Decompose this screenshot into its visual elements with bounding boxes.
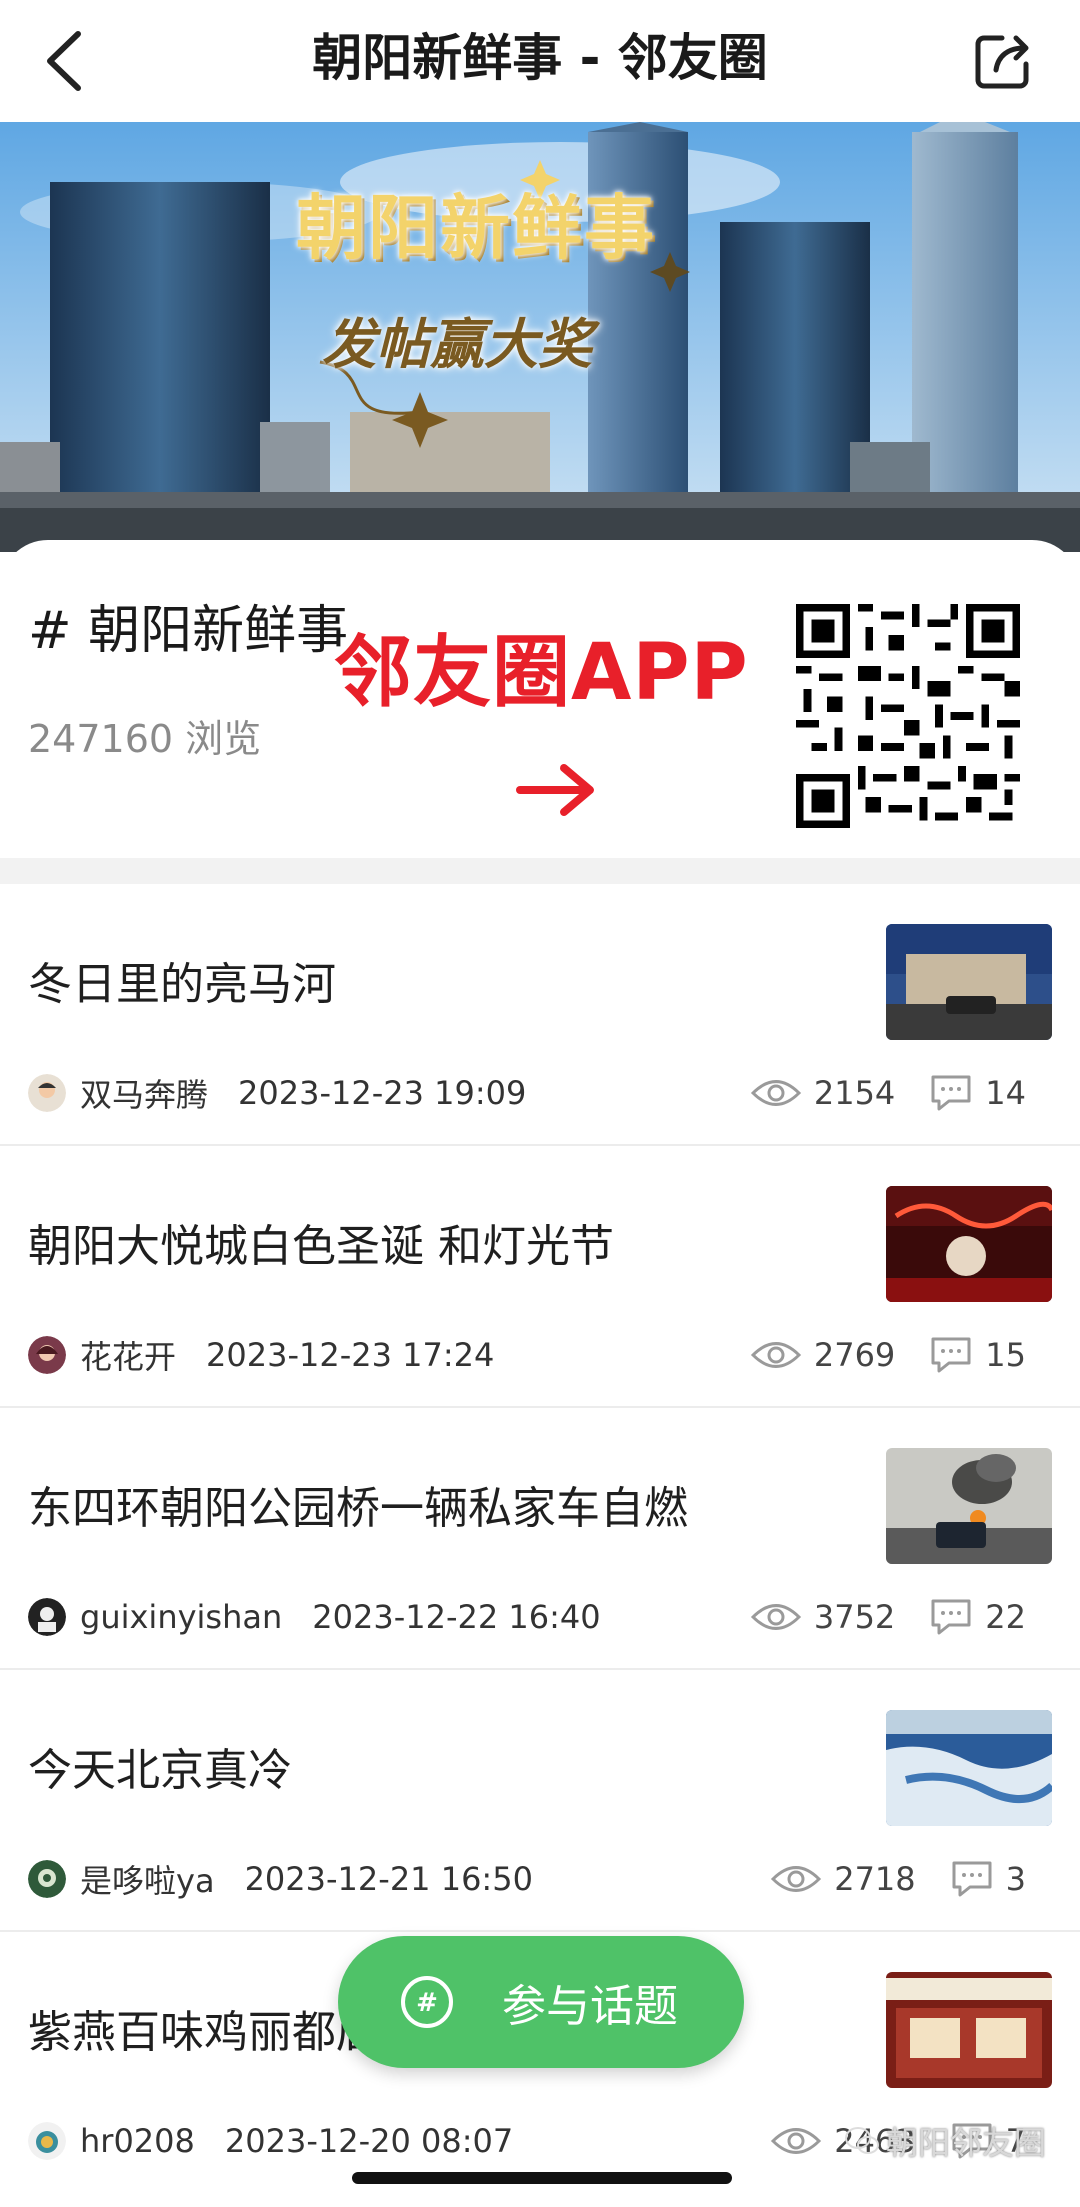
post-meta: guixinyishan 2023-12-22 16:40 xyxy=(28,1594,601,1640)
post-author[interactable]: 花花开 xyxy=(80,1332,176,1378)
comment-icon[interactable] xyxy=(950,1859,994,1899)
comment-count: 22 xyxy=(985,1598,1026,1636)
post-stats: 3752 22 xyxy=(750,1594,1026,1640)
join-topic-button[interactable]: # 参与话题 xyxy=(338,1936,744,2068)
arrow-right-icon xyxy=(516,764,594,816)
user-avatar[interactable] xyxy=(28,1336,66,1374)
post-time: 2023-12-22 16:40 xyxy=(312,1598,601,1636)
post-meta: 花花开 2023-12-23 17:24 xyxy=(28,1332,494,1378)
post-time: 2023-12-23 17:24 xyxy=(206,1336,495,1374)
comment-icon[interactable] xyxy=(929,1335,973,1375)
comment-count: 15 xyxy=(985,1336,1026,1374)
post-item[interactable]: 今天北京真冷 是哆啦ya 2023-12-21 16:50 2718 3 xyxy=(0,1670,1080,1932)
section-divider xyxy=(0,858,1080,884)
qr-code xyxy=(796,604,1020,828)
post-item[interactable]: 东四环朝阳公园桥一辆私家车自燃 guixinyishan 2023-12-22 … xyxy=(0,1408,1080,1670)
post-meta: hr0208 2023-12-20 08:07 xyxy=(28,2118,513,2164)
topic-view-count: 247160 浏览 xyxy=(28,717,262,761)
view-count: 2154 xyxy=(813,1074,896,1112)
post-item[interactable]: 冬日里的亮马河 双马奔腾 2023-12-23 19:09 2154 14 xyxy=(0,884,1080,1146)
post-title[interactable]: 朝阳大悦城白色圣诞 和灯光节 xyxy=(28,1210,614,1274)
post-meta: 是哆啦ya 2023-12-21 16:50 xyxy=(28,1856,533,1902)
watermark: 朝阳邻友圈 xyxy=(844,2118,1046,2164)
user-avatar[interactable] xyxy=(28,1598,66,1636)
comment-icon[interactable] xyxy=(929,1597,973,1637)
eye-icon xyxy=(750,1342,801,1368)
topic-info-card: # 朝阳新鲜事 247160 浏览 邻友圈APP xyxy=(0,540,1080,858)
post-stats: 2769 15 xyxy=(750,1332,1026,1378)
post-item[interactable]: 朝阳大悦城白色圣诞 和灯光节 花花开 2023-12-23 17:24 2769… xyxy=(0,1146,1080,1408)
post-author[interactable]: 是哆啦ya xyxy=(80,1856,215,1902)
watermark-text: 朝阳邻友圈 xyxy=(885,2124,1046,2162)
post-title[interactable]: 东四环朝阳公园桥一辆私家车自燃 xyxy=(28,1472,688,1536)
post-thumbnail[interactable] xyxy=(886,1448,1052,1564)
post-time: 2023-12-23 19:09 xyxy=(238,1074,527,1112)
post-time: 2023-12-21 16:50 xyxy=(244,1860,533,1898)
comment-count: 14 xyxy=(985,1074,1026,1112)
comment-icon[interactable] xyxy=(929,1073,973,1113)
post-meta: 双马奔腾 2023-12-23 19:09 xyxy=(28,1070,526,1116)
user-avatar[interactable] xyxy=(28,2122,66,2160)
banner-headline: 朝阳新鲜事 xyxy=(296,186,656,269)
eye-icon xyxy=(771,2128,822,2154)
app-promo-text: 邻友圈APP xyxy=(334,628,749,718)
comment-count: 3 xyxy=(1005,1860,1026,1898)
wechat-icon xyxy=(844,2127,879,2154)
home-indicator[interactable] xyxy=(352,2172,732,2184)
post-author[interactable]: hr0208 xyxy=(80,2122,195,2160)
topic-name: # 朝阳新鲜事 xyxy=(28,601,349,661)
post-thumbnail[interactable] xyxy=(886,1972,1052,2088)
post-thumbnail[interactable] xyxy=(886,1710,1052,1826)
post-title[interactable]: 紫燕百味鸡丽都店 xyxy=(28,1996,380,2060)
join-topic-label: 参与话题 xyxy=(502,1981,678,2032)
user-avatar[interactable] xyxy=(28,1860,66,1898)
view-count: 2718 xyxy=(834,1860,916,1898)
eye-icon xyxy=(750,1604,801,1630)
post-thumbnail[interactable] xyxy=(886,924,1052,1040)
post-author[interactable]: 双马奔腾 xyxy=(80,1070,208,1116)
eye-icon xyxy=(771,1866,822,1892)
post-thumbnail[interactable] xyxy=(886,1186,1052,1302)
banner-subline: 发帖赢大奖 xyxy=(322,313,592,376)
top-nav-bar: 朝阳新鲜事 - 邻友圈 xyxy=(0,0,1080,122)
post-stats: 2154 14 xyxy=(750,1070,1026,1116)
post-time: 2023-12-20 08:07 xyxy=(224,2122,514,2160)
post-title[interactable]: 冬日里的亮马河 xyxy=(28,948,336,1012)
hashtag-icon: # xyxy=(401,1976,453,2028)
post-title[interactable]: 今天北京真冷 xyxy=(28,1734,292,1798)
share-icon[interactable] xyxy=(972,30,1034,92)
svg-text:#: # xyxy=(416,1988,438,2018)
topic-banner: 朝阳新鲜事 发帖赢大奖 xyxy=(0,122,1080,552)
view-count: 3752 xyxy=(813,1598,896,1636)
user-avatar[interactable] xyxy=(28,1074,66,1112)
page-title: 朝阳新鲜事 - 邻友圈 xyxy=(312,29,768,87)
eye-icon xyxy=(750,1080,801,1106)
post-stats: 2718 3 xyxy=(770,1856,1026,1902)
view-count: 2769 xyxy=(813,1336,896,1374)
post-author[interactable]: guixinyishan xyxy=(80,1598,282,1636)
